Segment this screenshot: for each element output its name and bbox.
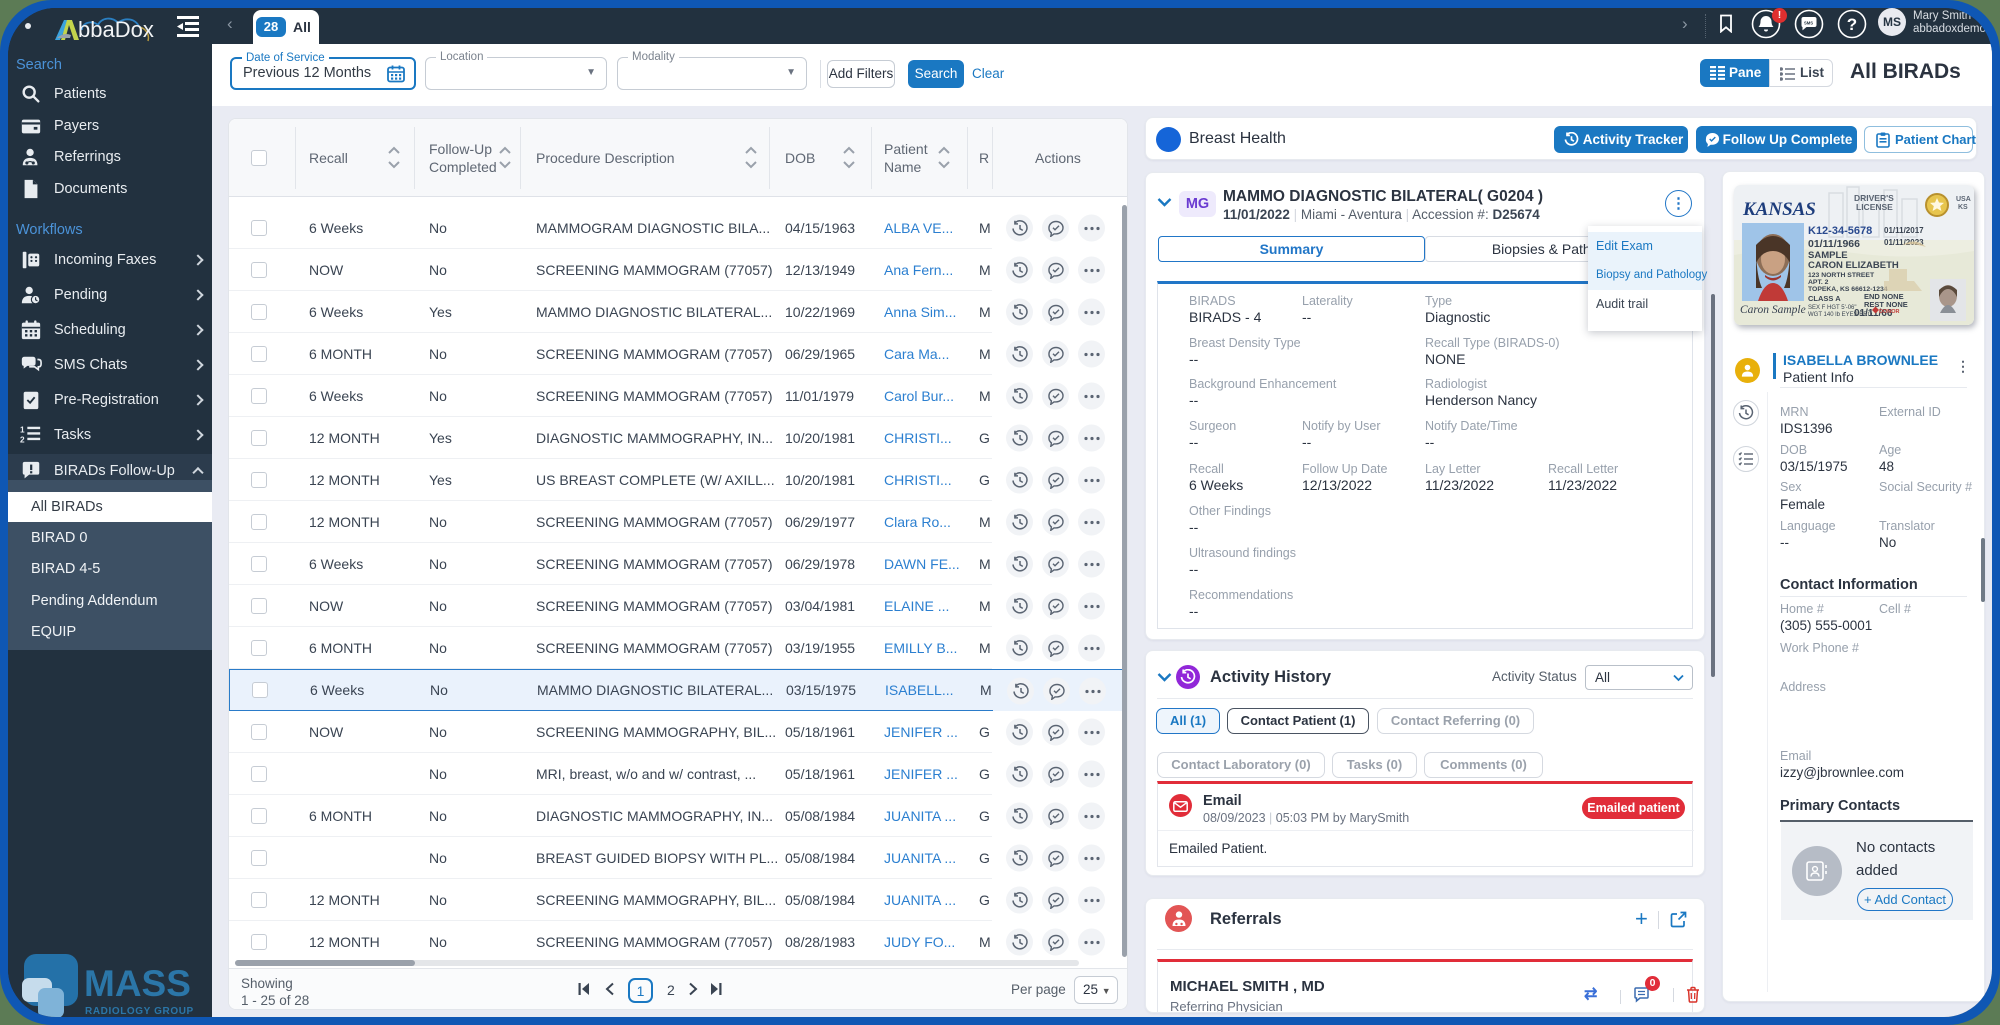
svg-text:01/11/1966: 01/11/1966 [1808,238,1860,250]
svg-text:CARON ELIZABETH: CARON ELIZABETH [1808,260,1899,271]
svg-text:CLASS A: CLASS A [1808,294,1841,303]
svg-text:SEX F HGT 5'-06": SEX F HGT 5'-06" [1808,305,1857,311]
svg-text:01/11/2017: 01/11/2017 [1884,226,1924,235]
svg-text:APT. 2: APT. 2 [1808,279,1829,286]
svg-text:?: ? [1847,15,1857,34]
svg-text:KANSAS: KANSAS [1742,199,1816,220]
svg-text:K12-34-5678: K12-34-5678 [1808,225,1872,237]
svg-text:RADIOLOGY GROUP: RADIOLOGY GROUP [85,1006,194,1017]
svg-text:MASS: MASS [84,963,191,1004]
svg-text:Caron Sample: Caron Sample [1740,304,1806,316]
svg-text:1: 1 [20,425,25,434]
svg-text:LICENSE: LICENSE [1856,202,1893,212]
svg-text:SMS: SMS [1804,21,1813,26]
svg-text:USA: USA [1956,196,1971,203]
svg-text:KS: KS [1958,204,1968,211]
svg-text:DONOR: DONOR [1879,309,1900,315]
svg-text:2: 2 [20,435,25,444]
svg-text:123 NORTH STREET: 123 NORTH STREET [1808,272,1875,279]
